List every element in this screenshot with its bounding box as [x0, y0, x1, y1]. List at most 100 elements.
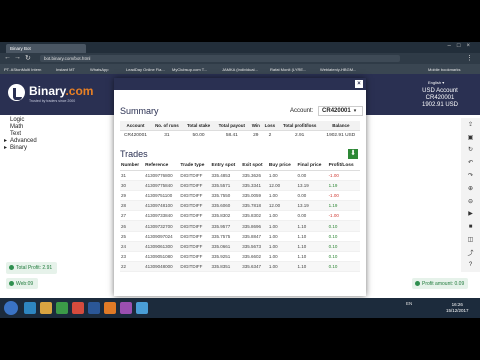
bookmark-item[interactable]: Instant MT: [56, 67, 75, 72]
trade-cell: 28: [120, 200, 145, 212]
trades-column-header[interactable]: Entry spot: [210, 161, 242, 171]
account-id: CR420001: [425, 95, 455, 101]
video-letterbox-bottom: [0, 318, 480, 360]
zoom-in-icon[interactable]: ⊕: [461, 182, 480, 195]
trade-cell: 335.3626: [241, 170, 268, 182]
system-tray[interactable]: EN: [406, 301, 412, 306]
close-icon[interactable]: ×: [355, 80, 363, 88]
trades-column-header[interactable]: Trade type: [179, 161, 211, 171]
language-selector[interactable]: English ▾: [428, 80, 444, 85]
toolbox-category[interactable]: Logic: [4, 117, 37, 124]
help-icon[interactable]: ?: [461, 259, 480, 272]
run-icon[interactable]: ▶: [461, 208, 480, 221]
status-dot-icon: [9, 281, 14, 286]
trade-cell: 1.00: [267, 251, 297, 262]
trade-cell: 1.00: [267, 231, 297, 242]
browser-tab[interactable]: Binary Bot: [6, 44, 86, 53]
trade-cell: 41309748100: [144, 200, 180, 212]
reload-icon[interactable]: ↻: [25, 54, 31, 62]
zoom-out-icon[interactable]: ⊖: [461, 195, 480, 208]
stop-icon[interactable]: ■: [461, 220, 480, 233]
bookmark-item[interactable]: JAMKA (Individual...: [222, 67, 258, 72]
trade-cell: -1.00: [327, 190, 360, 202]
download-icon: ⬇: [350, 150, 356, 157]
chart-icon[interactable]: ◫: [461, 233, 480, 246]
trade-cell: 1.10: [296, 231, 328, 242]
download-button[interactable]: ⬇: [348, 149, 358, 159]
reset-icon[interactable]: ↻: [461, 144, 480, 157]
media-icon[interactable]: [56, 302, 68, 314]
toolbox-category[interactable]: ▸ Binary: [4, 145, 37, 152]
toolbox-category-label: Text: [10, 131, 22, 137]
save-icon[interactable]: ▣: [461, 131, 480, 144]
toolbox-category[interactable]: Math: [4, 124, 37, 131]
trade-row: 28 41309748100 DIGITDIFF 335.6060 335.7818 12…: [120, 200, 360, 212]
app-icon[interactable]: [136, 302, 148, 314]
chrome-icon[interactable]: [72, 302, 84, 314]
bookmark-item[interactable]: MyClubsup.com T...: [172, 67, 207, 72]
dialog-titlebar[interactable]: ×: [114, 78, 366, 90]
trade-cell: 12.00: [267, 180, 297, 192]
binary-logo-icon[interactable]: [8, 84, 25, 101]
window-controls[interactable]: –□×: [448, 43, 476, 49]
trade-cell: 335.5571: [210, 180, 242, 192]
account-filter: Account: CR420001 ▾: [290, 106, 364, 116]
trade-cell: DIGITDIFF: [179, 180, 211, 192]
app-icon[interactable]: [120, 302, 132, 314]
trade-cell: DIGITDIFF: [179, 170, 211, 182]
trade-cell: -1.00: [327, 170, 360, 182]
trade-cell: 335.8847: [241, 231, 268, 242]
summary-cell: 29: [253, 133, 259, 138]
account-menu[interactable]: USD Account CR420001 1902.91 USD: [405, 88, 475, 108]
trade-cell: 23: [120, 251, 145, 262]
trade-cell: 335.8302: [210, 210, 242, 222]
trade-cell: 41309751100: [144, 190, 180, 202]
summary-cell: 58.41: [225, 133, 238, 138]
undo-icon[interactable]: ↶: [461, 156, 480, 169]
blocks-toolbox: Logic Math Text ▸ Advanced ▸ Binary: [4, 117, 37, 152]
start-button-icon[interactable]: [4, 301, 18, 315]
folder-icon[interactable]: [40, 302, 52, 314]
trade-cell: 335.6347: [241, 261, 268, 272]
toolbox-category[interactable]: ▸ Advanced: [4, 138, 37, 145]
trades-column-header[interactable]: Final price: [296, 161, 328, 171]
forward-icon[interactable]: →: [14, 54, 21, 61]
bookmark-item[interactable]: Rafat Monit (LYRE...: [270, 67, 306, 72]
bookmark-item[interactable]: LeadDay Online Fia...: [126, 67, 165, 72]
account-select[interactable]: CR420001 ▾: [318, 106, 364, 116]
trades-column-header[interactable]: Reference: [144, 161, 180, 171]
trades-column-header[interactable]: Profit/Loss: [327, 161, 360, 171]
upload-icon[interactable]: ⇪: [461, 118, 480, 131]
trade-cell: 1.10: [296, 220, 328, 232]
bookmark-item[interactable]: Weblatenly-HBGM...: [320, 67, 356, 72]
summary-column-header: Total stake: [182, 121, 215, 131]
trades-header-row: Number Reference Trade type Entry spot Exit …: [120, 161, 360, 171]
trade-cell: 41309061300: [144, 241, 180, 252]
bookmark-item[interactable]: PT. AStonMulti Intern: [4, 67, 41, 72]
trades-column-header[interactable]: Number: [120, 161, 145, 171]
trading-view-icon[interactable]: ⤴: [461, 246, 480, 259]
clock-date: 15/12/2017: [446, 308, 469, 313]
trades-column-header[interactable]: Exit spot: [241, 161, 268, 171]
app-icon[interactable]: [104, 302, 116, 314]
trade-row: 22 41309048000 DIGITDIFF 335.8351 335.6347 1.…: [120, 261, 360, 272]
bookmark-item[interactable]: WhatsApp: [90, 67, 108, 72]
url-input[interactable]: bot.binary.com/bot.html: [40, 55, 400, 62]
trades-column-header[interactable]: Buy price: [267, 161, 297, 171]
profit-amount-badge: Profit amount: 0.09: [412, 278, 469, 289]
site-logo[interactable]: Binary.com: [29, 84, 93, 98]
back-icon[interactable]: ←: [4, 54, 11, 61]
trade-cell: DIGITDIFF: [179, 220, 211, 232]
word-icon[interactable]: [88, 302, 100, 314]
trade-cell: 41309775840: [144, 180, 180, 192]
bookmark-item[interactable]: Mobile bookmarks: [428, 67, 460, 72]
logo-tagline: Trusted by traders since 2000: [29, 99, 76, 103]
redo-icon[interactable]: ↷: [461, 169, 480, 182]
toolbox-category[interactable]: Text: [4, 131, 37, 138]
browser-menu-icon[interactable]: ⋮: [466, 54, 473, 62]
trade-cell: 335.9251: [210, 251, 242, 262]
trade-cell: DIGITDIFF: [179, 251, 211, 262]
ie-icon[interactable]: [24, 302, 36, 314]
trade-row: 26 41309732700 DIGITDIFF 335.9577 335.8696 1.…: [120, 220, 360, 232]
system-clock[interactable]: 16:26 15/12/2017: [446, 302, 469, 314]
